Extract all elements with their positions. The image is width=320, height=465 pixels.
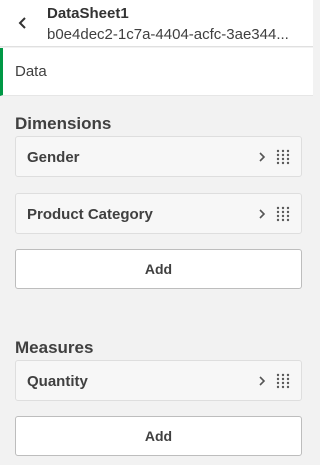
dimension-item-label: Product Category (27, 206, 153, 223)
sheet-title: DataSheet1 (47, 5, 129, 22)
drag-handle-icon[interactable] (276, 149, 290, 165)
sheet-id: b0e4dec2-1c7a-4404-acfc-3ae344... (47, 26, 289, 43)
data-panel: DataSheet1 b0e4dec2-1c7a-4404-acfc-3ae34… (0, 0, 313, 465)
drag-handle-icon[interactable] (276, 373, 290, 389)
chevron-right-icon[interactable] (257, 375, 267, 387)
dimension-item-product-category[interactable]: Product Category (15, 193, 302, 234)
add-dimension-button[interactable]: Add (15, 249, 302, 289)
tab-data[interactable]: Data (0, 48, 313, 96)
drag-handle-icon[interactable] (276, 206, 290, 222)
chevron-left-icon (18, 17, 26, 29)
chevron-right-icon[interactable] (257, 151, 267, 163)
add-measure-button[interactable]: Add (15, 416, 302, 456)
tab-data-label: Data (15, 63, 47, 80)
panel-header: DataSheet1 b0e4dec2-1c7a-4404-acfc-3ae34… (0, 0, 313, 47)
dimension-item-label: Gender (27, 149, 80, 166)
dimensions-heading: Dimensions (15, 114, 112, 133)
dimension-item-gender[interactable]: Gender (15, 136, 302, 177)
measures-heading: Measures (15, 338, 94, 357)
measure-item-quantity[interactable]: Quantity (15, 360, 302, 401)
chevron-right-icon[interactable] (257, 208, 267, 220)
measure-item-label: Quantity (27, 373, 88, 390)
back-button[interactable] (14, 14, 32, 32)
